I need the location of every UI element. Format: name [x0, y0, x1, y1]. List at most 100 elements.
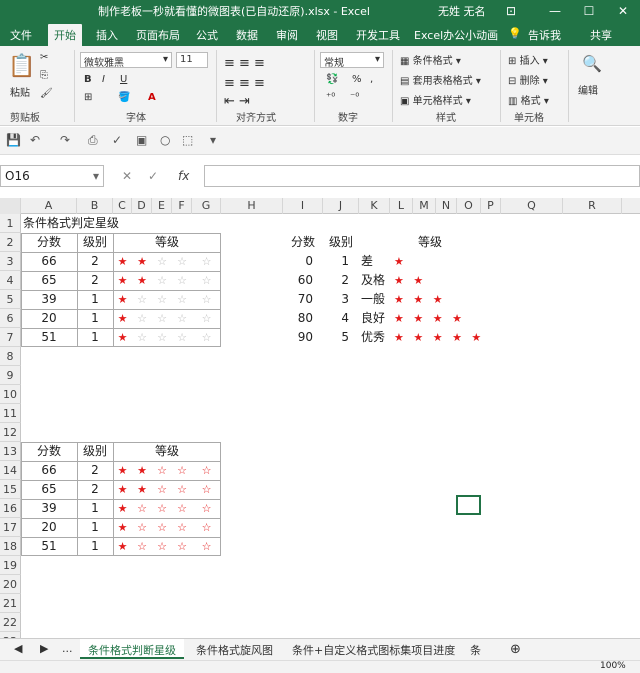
row-header-22[interactable]: 22 — [0, 613, 21, 632]
column-header-p[interactable]: P — [481, 198, 501, 214]
column-header-l[interactable]: L — [390, 198, 413, 214]
save-icon[interactable]: 💾 — [6, 133, 21, 147]
row-header-4[interactable]: 4 — [0, 271, 21, 290]
column-header-q[interactable]: Q — [501, 198, 563, 214]
percent-button[interactable]: % — [352, 74, 362, 85]
indent-icon[interactable]: ⇤ ⇥ — [224, 94, 250, 109]
column-header-r[interactable]: R — [563, 198, 622, 214]
spell-check-icon[interactable]: ✓ — [112, 133, 122, 147]
tab-file[interactable]: 文件 — [10, 27, 32, 43]
column-header-k[interactable]: K — [359, 198, 390, 214]
shapes-icon[interactable]: ⬚ — [182, 133, 193, 147]
number-format-select[interactable]: 常规 ▾ — [320, 52, 384, 69]
add-sheet-icon[interactable]: ⊕ — [510, 642, 521, 657]
enter-icon[interactable]: ✓ — [148, 169, 158, 183]
bold-button[interactable]: B — [84, 74, 92, 85]
cancel-icon[interactable]: ✕ — [122, 169, 132, 183]
tab-prev-icon[interactable]: ◀ — [14, 642, 22, 655]
formula-input[interactable] — [204, 165, 640, 187]
align-top-icon[interactable]: ≡ ≡ ≡ — [224, 56, 265, 71]
italic-button[interactable]: I — [102, 74, 105, 85]
tab-formulas[interactable]: 公式 — [196, 27, 218, 43]
row-header-9[interactable]: 9 — [0, 366, 21, 385]
border-icon[interactable]: ⊞ — [84, 92, 92, 103]
insert-cells-button[interactable]: ⊞ 插入 ▾ — [508, 52, 548, 67]
undo-icon[interactable]: ↶ — [30, 133, 40, 147]
close-button[interactable]: ✕ — [608, 0, 638, 22]
search-icon[interactable]: 🔍 — [582, 54, 602, 73]
column-header-c[interactable]: C — [113, 198, 132, 214]
table-style-button[interactable]: ▤ 套用表格格式 ▾ — [400, 72, 481, 87]
redo-icon[interactable]: ↷ — [60, 133, 70, 147]
select-all-corner[interactable] — [0, 198, 21, 214]
sheet-tab-more[interactable]: 条 — [470, 642, 481, 658]
font-size-select[interactable]: 11 — [176, 52, 208, 68]
chart-icon[interactable]: ▣ — [136, 133, 147, 147]
tab-next-icon[interactable]: ▶ — [40, 642, 48, 655]
row-header-19[interactable]: 19 — [0, 556, 21, 575]
circle-icon[interactable]: ○ — [160, 133, 170, 147]
cell-style-button[interactable]: ▣ 单元格样式 ▾ — [400, 92, 471, 107]
column-header-n[interactable]: N — [436, 198, 457, 214]
row-header-16[interactable]: 16 — [0, 499, 21, 518]
column-header-e[interactable]: E — [152, 198, 172, 214]
column-header-f[interactable]: F — [172, 198, 192, 214]
paste-button[interactable]: 粘贴 — [10, 84, 30, 99]
currency-icon[interactable]: 💱 — [326, 74, 338, 85]
row-header-2[interactable]: 2 — [0, 233, 21, 252]
maximize-button[interactable]: ☐ — [574, 0, 604, 22]
print-preview-icon[interactable]: ⎙ — [88, 133, 98, 148]
cut-icon[interactable]: ✂ — [40, 52, 48, 63]
row-header-11[interactable]: 11 — [0, 404, 21, 423]
font-name-select[interactable]: 微软雅黑 ▾ — [80, 52, 172, 69]
active-cell-selection[interactable] — [456, 495, 481, 515]
row-header-12[interactable]: 12 — [0, 423, 21, 442]
tab-data[interactable]: 数据 — [236, 27, 258, 43]
row-header-10[interactable]: 10 — [0, 385, 21, 404]
column-header-a[interactable]: A — [21, 198, 77, 214]
column-header-h[interactable]: H — [221, 198, 283, 214]
row-header-18[interactable]: 18 — [0, 537, 21, 556]
column-header-o[interactable]: O — [457, 198, 481, 214]
user-name[interactable]: 无姓 无名 — [438, 3, 486, 19]
row-header-1[interactable]: 1 — [0, 214, 21, 233]
delete-cells-button[interactable]: ⊟ 删除 ▾ — [508, 72, 548, 87]
row-header-13[interactable]: 13 — [0, 442, 21, 461]
customize-qat-icon[interactable]: ▾ — [210, 133, 216, 147]
tab-insert[interactable]: 插入 — [96, 27, 118, 43]
increase-decimal-icon[interactable]: ⁺⁰ — [326, 92, 335, 103]
row-header-8[interactable]: 8 — [0, 347, 21, 366]
format-painter-icon[interactable]: 🖌 — [40, 88, 53, 99]
column-header-m[interactable]: M — [413, 198, 436, 214]
column-header-d[interactable]: D — [132, 198, 152, 214]
tab-page-layout[interactable]: 页面布局 — [136, 27, 180, 43]
function-icon[interactable]: fx — [178, 169, 189, 183]
sheet-tab-progress[interactable]: 条件+自定义格式图标集项目进度 — [292, 642, 455, 658]
row-header-20[interactable]: 20 — [0, 575, 21, 594]
fill-color-icon[interactable]: 🪣 — [118, 92, 130, 103]
tab-review[interactable]: 审阅 — [276, 27, 298, 43]
column-header-j[interactable]: J — [323, 198, 359, 214]
ribbon-display-icon[interactable]: ⊡ — [496, 0, 526, 22]
comma-button[interactable]: , — [370, 74, 373, 85]
minimize-button[interactable]: — — [540, 0, 570, 22]
tab-home[interactable]: 开始 — [48, 24, 82, 46]
share-button[interactable]: 共享 — [590, 27, 612, 43]
row-header-17[interactable]: 17 — [0, 518, 21, 537]
font-color-icon[interactable]: A — [148, 92, 156, 103]
align-left-icon[interactable]: ≡ ≡ ≡ — [224, 76, 265, 91]
column-header-i[interactable]: I — [283, 198, 323, 214]
tab-more[interactable]: ... — [62, 642, 73, 655]
format-cells-button[interactable]: ▥ 格式 ▾ — [508, 92, 549, 107]
decrease-decimal-icon[interactable]: ⁻⁰ — [350, 92, 359, 103]
underline-button[interactable]: U — [120, 74, 127, 85]
column-header-b[interactable]: B — [77, 198, 113, 214]
conditional-format-button[interactable]: ▦ 条件格式 ▾ — [400, 52, 461, 67]
copy-icon[interactable]: ⎘ — [40, 70, 48, 81]
row-header-15[interactable]: 15 — [0, 480, 21, 499]
column-header-g[interactable]: G — [192, 198, 221, 214]
lightbulb-icon[interactable]: 💡 — [508, 27, 522, 40]
row-header-14[interactable]: 14 — [0, 461, 21, 480]
paste-icon[interactable]: 📋 — [8, 54, 35, 79]
edit-button[interactable]: 编辑 — [578, 82, 598, 97]
